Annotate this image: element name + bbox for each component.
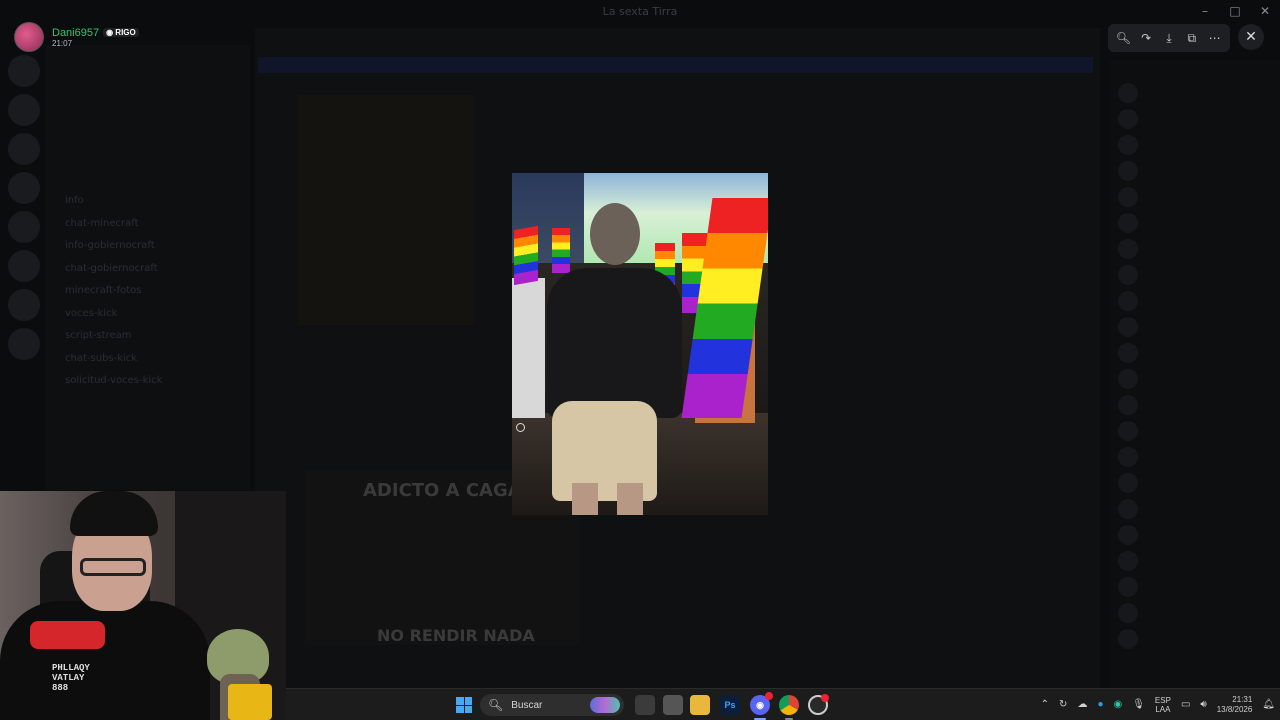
- announcement-banner: [258, 57, 1093, 73]
- server-icon[interactable]: [8, 133, 40, 165]
- channel-item[interactable]: minecraft-fotos: [45, 280, 250, 303]
- member-item[interactable]: [1110, 470, 1280, 496]
- member-item[interactable]: [1110, 210, 1280, 236]
- channel-item[interactable]: info-gobiernocraft: [45, 235, 250, 258]
- shield-icon[interactable]: ●: [1097, 699, 1103, 710]
- system-tray: ⌃ ↻ ☁ ● ◉ 🎙︎ ESP LAA ▭ 🔊︎ 21:31 13/8/2026 …: [1036, 689, 1280, 720]
- channel-item[interactable]: solicitud-voces-kick: [45, 370, 250, 393]
- author-name[interactable]: Dani6957: [52, 27, 99, 39]
- clock[interactable]: 21:31 13/8/2026: [1217, 695, 1253, 715]
- member-item[interactable]: [1110, 340, 1280, 366]
- close-window-button[interactable]: ✕: [1250, 2, 1280, 20]
- mouse-cursor: [516, 423, 525, 432]
- channel-item[interactable]: chat-minecraft: [45, 213, 250, 236]
- member-item[interactable]: [1110, 236, 1280, 262]
- server-icon[interactable]: [8, 55, 40, 87]
- cloud-icon[interactable]: ☁: [1077, 699, 1087, 710]
- role-badge: ◉ RIGO: [103, 28, 139, 37]
- channel-item[interactable]: voces-kick: [45, 303, 250, 326]
- server-icon[interactable]: [8, 328, 40, 360]
- webcam-overlay: PHLLAQY VATLAY 888: [0, 491, 286, 720]
- viewer-image[interactable]: [512, 173, 768, 515]
- photoshop-icon[interactable]: Ps: [720, 695, 740, 715]
- image-author: Dani6957 ◉ RIGO 21:07: [14, 22, 139, 52]
- files-icon[interactable]: [663, 695, 683, 715]
- member-item[interactable]: [1110, 184, 1280, 210]
- search-box[interactable]: 🔍︎ Buscar: [480, 694, 624, 716]
- member-list: [1110, 60, 1280, 688]
- mic-icon[interactable]: 🎙︎: [1132, 699, 1145, 710]
- server-icon[interactable]: [8, 211, 40, 243]
- chevron-up-icon[interactable]: ⌃: [1041, 699, 1049, 710]
- close-viewer-button[interactable]: ✕: [1238, 24, 1264, 50]
- taskbar: 🔍︎ Buscar Ps ◉ ⌃ ↻ ☁ ● ◉ 🎙︎ ESP LAA ▭ 🔊︎ …: [286, 688, 1280, 720]
- channel-item[interactable]: chat-subs-kick: [45, 348, 250, 371]
- task-view-icon[interactable]: [635, 695, 655, 715]
- channel-item[interactable]: script-stream: [45, 325, 250, 348]
- member-item[interactable]: [1110, 262, 1280, 288]
- minimize-button[interactable]: –: [1190, 2, 1220, 20]
- sync-icon[interactable]: ↻: [1059, 699, 1067, 710]
- notification-icon[interactable]: 🔔︎: [1262, 699, 1275, 710]
- download-icon[interactable]: ⤓: [1159, 31, 1179, 46]
- member-item[interactable]: [1110, 392, 1280, 418]
- meme-bottom-text: NO RENDIR NADA: [377, 626, 535, 645]
- member-item[interactable]: [1110, 444, 1280, 470]
- server-icon[interactable]: [8, 289, 40, 321]
- member-item[interactable]: [1110, 548, 1280, 574]
- image-viewer-toolbar: 🔍︎ ↷ ⤓ ⧉ ⋯: [1108, 24, 1230, 52]
- member-item[interactable]: [1110, 600, 1280, 626]
- member-item[interactable]: [1110, 314, 1280, 340]
- hoodie-text: PHLLAQY VATLAY 888: [52, 663, 90, 693]
- start-button[interactable]: [456, 697, 472, 713]
- server-icon[interactable]: [8, 250, 40, 282]
- server-list: [8, 55, 40, 367]
- member-item[interactable]: [1110, 574, 1280, 600]
- search-highlight-art: [590, 697, 620, 713]
- microphone: [30, 621, 105, 649]
- server-icon[interactable]: [8, 172, 40, 204]
- meme-top-text: ADICTO A CAGAR: [363, 480, 536, 501]
- member-item[interactable]: [1110, 522, 1280, 548]
- avatar[interactable]: [14, 22, 44, 52]
- search-icon: 🔍︎: [488, 698, 504, 712]
- zoom-in-icon[interactable]: 🔍︎: [1113, 31, 1133, 45]
- network-icon[interactable]: ▭: [1181, 699, 1190, 710]
- more-icon[interactable]: ⋯: [1205, 31, 1225, 45]
- member-item[interactable]: [1110, 158, 1280, 184]
- member-item[interactable]: [1110, 288, 1280, 314]
- channel-list: info chat-minecraft info-gobiernocraft c…: [45, 45, 250, 490]
- member-item[interactable]: [1110, 80, 1280, 106]
- edge-icon[interactable]: ◉: [1113, 699, 1122, 710]
- app-icon[interactable]: [808, 694, 829, 715]
- search-label: Buscar: [511, 699, 543, 711]
- chat-image[interactable]: [298, 95, 474, 325]
- volume-icon[interactable]: 🔊︎: [1200, 699, 1206, 710]
- channel-item[interactable]: info: [45, 190, 250, 213]
- member-item[interactable]: [1110, 132, 1280, 158]
- language-indicator[interactable]: ESP LAA: [1155, 696, 1171, 714]
- channel-item[interactable]: chat-gobiernocraft: [45, 258, 250, 281]
- member-item[interactable]: [1110, 418, 1280, 444]
- window-controls: – □ ✕: [1190, 2, 1280, 20]
- file-explorer-icon[interactable]: [690, 695, 710, 715]
- member-item[interactable]: [1110, 626, 1280, 652]
- open-external-icon[interactable]: ⧉: [1182, 31, 1202, 46]
- maximize-button[interactable]: □: [1220, 2, 1250, 20]
- window-title: La sexta Tirra: [602, 4, 678, 18]
- member-item[interactable]: [1110, 366, 1280, 392]
- forward-icon[interactable]: ↷: [1136, 31, 1156, 45]
- member-item[interactable]: [1110, 496, 1280, 522]
- chrome-icon[interactable]: [779, 695, 799, 720]
- server-icon[interactable]: [8, 94, 40, 126]
- member-item[interactable]: [1110, 106, 1280, 132]
- post-time: 21:07: [52, 38, 73, 48]
- discord-icon[interactable]: ◉: [750, 692, 773, 720]
